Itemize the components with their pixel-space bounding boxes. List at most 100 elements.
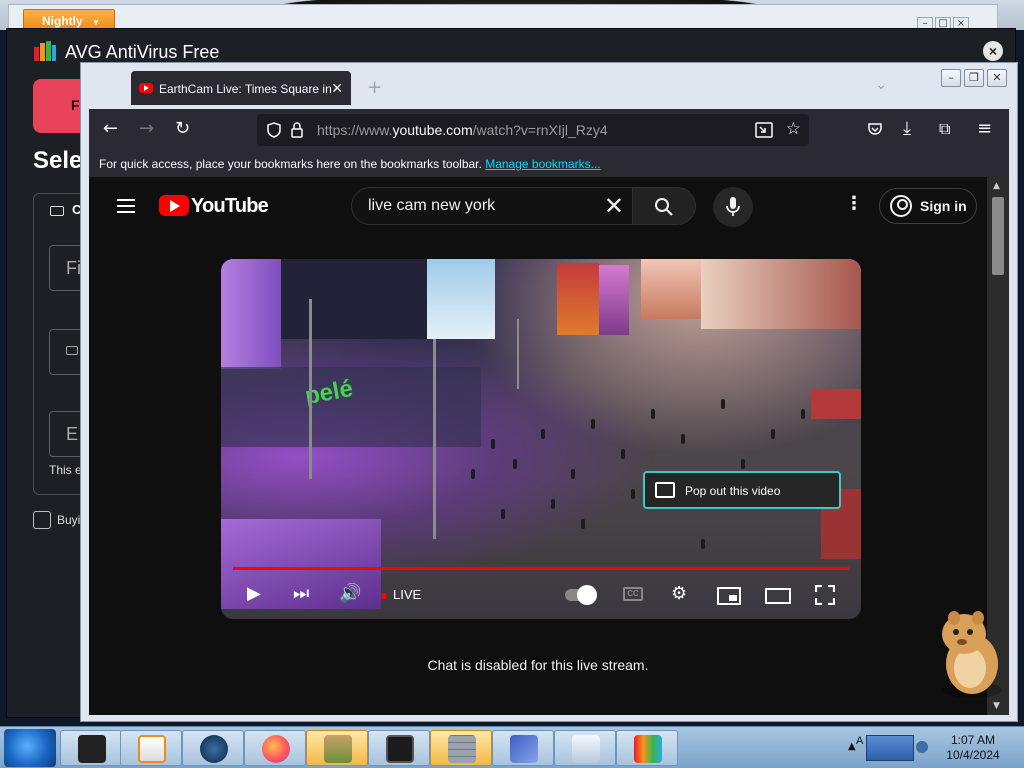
voice-search-button[interactable] bbox=[713, 187, 753, 227]
video-person bbox=[541, 429, 545, 439]
lock-icon[interactable] bbox=[291, 122, 303, 138]
volume-icon[interactable]: 🔊 bbox=[339, 583, 361, 604]
nightly-window: Nightly ▼ – □ × bbox=[8, 4, 998, 31]
autoplay-toggle[interactable] bbox=[565, 585, 597, 605]
search-button[interactable] bbox=[632, 187, 696, 225]
search-icon bbox=[655, 198, 673, 216]
more-options-icon[interactable]: ⋮ bbox=[845, 193, 863, 214]
taskbar-firefox[interactable] bbox=[244, 730, 306, 766]
minimize-icon[interactable]: – bbox=[941, 69, 961, 87]
live-label[interactable]: LIVE bbox=[393, 587, 421, 602]
taskbar-app-dark[interactable] bbox=[60, 730, 122, 766]
youtube-favicon-icon bbox=[139, 83, 153, 93]
tray-expand-icon[interactable]: ▲ bbox=[848, 741, 856, 752]
youtube-wordmark[interactable]: YouTube bbox=[191, 195, 269, 218]
youtube-logo-icon[interactable] bbox=[159, 195, 189, 216]
card-icon bbox=[66, 346, 78, 355]
video-person bbox=[471, 469, 475, 479]
reload-icon[interactable]: ↻ bbox=[175, 119, 190, 139]
video-billboard-purple bbox=[599, 265, 629, 335]
video-progress-bar[interactable] bbox=[233, 567, 849, 570]
hamster-pet-icon[interactable] bbox=[936, 606, 1006, 702]
clock[interactable]: 1:07 AM 10/4/2024 bbox=[928, 733, 1018, 763]
video-controls: ▶ ⏭ 🔊 LIVE CC ⚙ bbox=[221, 571, 861, 619]
firefox-icon bbox=[262, 735, 290, 763]
back-arrow-icon[interactable]: ← bbox=[103, 119, 118, 139]
avg-checkbox[interactable] bbox=[33, 511, 51, 529]
shield-icon[interactable] bbox=[267, 122, 281, 138]
url-text[interactable]: https://www.youtube.com/watch?v=rnXIjl_R… bbox=[317, 122, 608, 138]
taskbar: ▲ A 1:07 AM 10/4/2024 bbox=[0, 726, 1024, 768]
video-person bbox=[491, 439, 495, 449]
taskbar-wall[interactable] bbox=[430, 730, 492, 766]
list-tabs-icon[interactable]: ⌄ bbox=[875, 77, 887, 93]
taskbar-globe[interactable] bbox=[182, 730, 244, 766]
game-box-icon bbox=[324, 735, 352, 763]
new-tab-button[interactable]: + bbox=[367, 77, 382, 98]
search-box[interactable]: live cam new york ✕ bbox=[351, 187, 633, 225]
scroll-up-icon[interactable]: ▲ bbox=[993, 181, 1000, 191]
pop-out-video-button[interactable]: Pop out this video bbox=[643, 471, 841, 509]
taskbar-flag[interactable] bbox=[492, 730, 554, 766]
taskbar-document[interactable] bbox=[554, 730, 616, 766]
video-person bbox=[721, 399, 725, 409]
tab-earthcam[interactable]: EarthCam Live: Times Square in ✕ bbox=[131, 71, 351, 105]
video-person bbox=[551, 499, 555, 509]
video-pole-left bbox=[309, 299, 312, 479]
play-icon[interactable]: ▶ bbox=[247, 583, 261, 604]
video-person bbox=[621, 449, 625, 459]
taskbar-monitor[interactable] bbox=[368, 730, 430, 766]
video-person bbox=[651, 409, 655, 419]
video-red-block bbox=[811, 389, 861, 419]
fullscreen-icon[interactable] bbox=[815, 585, 835, 605]
pocket-icon[interactable] bbox=[867, 121, 883, 137]
video-billboard-right bbox=[701, 259, 861, 329]
miniplayer-icon[interactable] bbox=[717, 587, 741, 605]
search-input[interactable]: live cam new york bbox=[368, 197, 495, 215]
url-path: /watch?v=rnXIjl_Rzy4 bbox=[472, 122, 608, 138]
forward-arrow-icon[interactable]: → bbox=[139, 119, 154, 139]
next-icon[interactable]: ⏭ bbox=[293, 583, 309, 604]
bookmarks-toolbar: For quick access, place your bookmarks h… bbox=[89, 151, 1009, 177]
video-player[interactable]: pelé Pop out this video ▶ ⏭ 🔊 LIVE CC ⚙ bbox=[221, 259, 861, 619]
live-dot bbox=[381, 593, 387, 599]
tab-title: EarthCam Live: Times Square in bbox=[159, 82, 332, 96]
extensions-icon[interactable]: ⧉ bbox=[939, 119, 950, 139]
speaker-icon[interactable] bbox=[916, 741, 928, 753]
start-button[interactable] bbox=[4, 729, 56, 767]
avg-logo-icon bbox=[34, 41, 56, 61]
clear-search-icon[interactable]: ✕ bbox=[604, 192, 624, 220]
video-person bbox=[741, 459, 745, 469]
url-bar[interactable]: https://www.youtube.com/watch?v=rnXIjl_R… bbox=[257, 114, 809, 146]
tab-close-icon[interactable]: ✕ bbox=[331, 80, 343, 97]
maximize-icon[interactable]: ❐ bbox=[964, 69, 984, 87]
bookmark-star-icon[interactable]: ☆ bbox=[786, 119, 801, 139]
video-person bbox=[571, 469, 575, 479]
captions-icon[interactable]: CC bbox=[623, 587, 643, 601]
wall-icon bbox=[448, 735, 476, 763]
menu-icon[interactable]: ≡ bbox=[977, 119, 992, 139]
video-person bbox=[581, 519, 585, 529]
network-icon[interactable] bbox=[866, 735, 914, 761]
video-person bbox=[681, 434, 685, 444]
settings-gear-icon[interactable]: ⚙ bbox=[671, 583, 687, 604]
video-person bbox=[771, 429, 775, 439]
taskbar-multicolor-app[interactable] bbox=[616, 730, 678, 766]
nav-toolbar: ← → ↻ https://www.youtube.com/watch?v=rn… bbox=[89, 109, 1009, 151]
video-billboard-left bbox=[221, 259, 281, 369]
youtube-page: YouTube live cam new york ✕ ⋮ Sign in pe… bbox=[89, 177, 987, 715]
taskbar-media-player[interactable] bbox=[120, 730, 182, 766]
avg-close-button[interactable]: × bbox=[983, 41, 1003, 61]
theater-mode-icon[interactable] bbox=[765, 588, 791, 604]
taskbar-game-box[interactable] bbox=[306, 730, 368, 766]
manage-bookmarks-link[interactable]: Manage bookmarks... bbox=[485, 157, 600, 171]
sign-in-button[interactable]: Sign in bbox=[879, 188, 977, 224]
scroll-down-icon[interactable]: ▼ bbox=[993, 701, 1000, 711]
close-icon[interactable]: ✕ bbox=[987, 69, 1007, 87]
guide-menu-icon[interactable] bbox=[117, 199, 135, 213]
picture-in-picture-icon[interactable] bbox=[755, 122, 773, 138]
browser-window: EarthCam Live: Times Square in ✕ + ⌄ – ❐… bbox=[80, 62, 1018, 722]
downloads-icon[interactable]: ⤓ bbox=[903, 119, 911, 139]
scrollbar-thumb[interactable] bbox=[992, 197, 1004, 275]
video-person bbox=[591, 419, 595, 429]
